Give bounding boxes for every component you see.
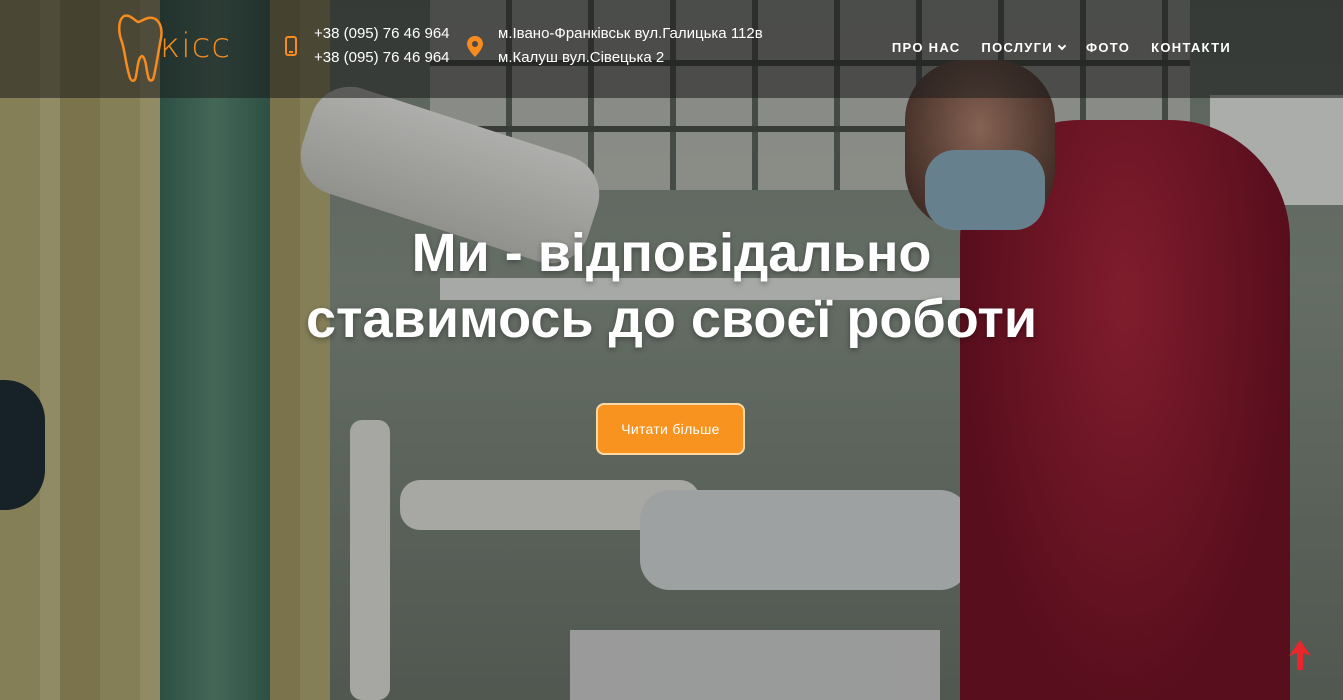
nav-item-label: КОНТАКТИ [1151, 40, 1231, 55]
nav-item-label: ПОСЛУГИ [981, 40, 1053, 55]
nav-item-label: ФОТО [1085, 40, 1131, 55]
phone-number-1[interactable]: +38 (095) 76 46 964 [314, 24, 450, 43]
address-1: м.Івано-Франківськ вул.Галицька 112в [498, 25, 763, 42]
logo[interactable]: кісс [116, 10, 256, 84]
scroll-to-top-button[interactable] [1289, 640, 1311, 670]
tooth-logo-icon [118, 14, 163, 82]
hero-title: Ми - відповідально ставимось до своєї ро… [305, 223, 1038, 349]
phone-number-2[interactable]: +38 (095) 76 46 964 [314, 48, 450, 67]
address-contacts: м.Івано-Франківськ вул.Галицька 112в м.К… [466, 24, 763, 67]
map-pin-icon [466, 36, 484, 57]
nav-item-about[interactable]: ПРО НАС [892, 40, 961, 55]
phone-contacts: +38 (095) 76 46 964 +38 (095) 76 46 964 [282, 24, 450, 67]
nav-item-services[interactable]: ПОСЛУГИ [981, 40, 1067, 55]
read-more-button[interactable]: Читати більше [596, 403, 745, 455]
nav-item-contacts[interactable]: КОНТАКТИ [1151, 40, 1231, 55]
address-2: м.Калуш вул.Сівецька 2 [498, 49, 665, 66]
nav-item-label: ПРО НАС [891, 40, 961, 55]
arrow-up-icon [1289, 640, 1311, 670]
logo-text: кісс [160, 26, 232, 66]
chevron-down-icon [1057, 41, 1067, 50]
hero: Ми - відповідально ставимось до своєї ро… [0, 220, 1343, 352]
phone-icon [282, 36, 300, 56]
nav-item-photo[interactable]: ФОТО [1086, 40, 1130, 55]
site-header: кісс +38 (095) 76 46 964 +38 (095) 76 46… [0, 0, 1343, 98]
main-nav: ПРО НАС ПОСЛУГИ ФОТО КОНТАКТИ [892, 40, 1231, 55]
